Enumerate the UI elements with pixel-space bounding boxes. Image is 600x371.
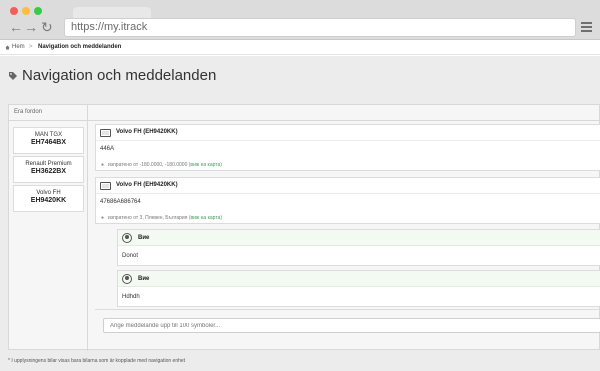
message-divider: [96, 140, 600, 141]
reload-icon[interactable]: ↻: [41, 20, 53, 34]
message-card: Volvo FH (EH9420KK) 47686A686764 ● изпра…: [95, 177, 600, 224]
vehicle-item[interactable]: Volvo FH EH9420KK: [13, 185, 84, 212]
compose-divider: [95, 309, 600, 310]
vehicles-header: Era fordon: [14, 109, 43, 115]
vehicle-plate: EH9420KK: [30, 197, 67, 204]
message-body: 446A: [100, 146, 115, 152]
message-location: изпратено от 3, Плевен, България (виж на…: [108, 215, 223, 221]
vehicle-name: MAN TGX: [34, 132, 63, 138]
view-on-map-link[interactable]: (виж на карта): [189, 162, 222, 168]
browser-chrome: ← → ↻ https://my.itrack: [0, 0, 600, 40]
arrow-left-icon[interactable]: ←: [9, 20, 23, 34]
truck-icon: [100, 129, 111, 137]
vehicle-name: Volvo FH: [36, 190, 61, 196]
message-input[interactable]: [103, 318, 600, 333]
map-pin-icon: ●: [101, 162, 105, 168]
reply-author: Вие: [138, 276, 150, 282]
panel-divider: [87, 105, 88, 351]
messages-panel: Era fordon MAN TGX EH7464BX Renault Prem…: [8, 104, 600, 351]
message-vehicle: Volvo FH (EH9420KK): [116, 182, 178, 188]
arrow-right-icon[interactable]: →: [24, 20, 38, 34]
vehicle-plate: EH3622BX: [30, 168, 67, 175]
vehicle-item[interactable]: MAN TGX EH7464BX: [13, 127, 84, 154]
reply-header: Вие: [118, 230, 600, 246]
view-on-map-link[interactable]: (виж на карта): [189, 215, 222, 221]
window-close-button[interactable]: [10, 7, 18, 15]
reply-card: Вие Donot: [117, 229, 600, 266]
page-content: Navigation och meddelanden Era fordon MA…: [0, 56, 600, 371]
message-location: изпратено от -180.0000, -180.0000 (виж н…: [108, 162, 222, 168]
url-bar[interactable]: https://my.itrack: [64, 18, 576, 37]
user-icon: [122, 274, 132, 284]
message-body: 47686A686764: [100, 199, 141, 205]
breadcrumb-separator: >: [29, 44, 33, 50]
page-title: Navigation och meddelanden: [22, 67, 217, 84]
vehicle-plate: EH7464BX: [30, 139, 67, 146]
breadcrumb-home-link[interactable]: Hem: [12, 40, 25, 55]
window-maximize-button[interactable]: [34, 7, 42, 15]
reply-text: Hdhdh: [122, 294, 140, 300]
reply-header: Вие: [118, 271, 600, 287]
hamburger-icon[interactable]: [581, 22, 592, 33]
tag-icon: [9, 72, 17, 80]
map-pin-icon: ●: [101, 215, 105, 221]
vehicle-item[interactable]: Renault Premium EH3622BX: [13, 156, 84, 183]
message-divider: [96, 193, 600, 194]
user-icon: [122, 233, 132, 243]
home-icon: [5, 45, 10, 50]
message-card: Volvo FH (EH9420KK) 446A ● изпратено от …: [95, 124, 600, 171]
message-vehicle: Volvo FH (EH9420KK): [116, 129, 178, 135]
breadcrumb-current: Navigation och meddelanden: [38, 44, 122, 50]
reply-card: Вие Hdhdh: [117, 270, 600, 307]
window-minimize-button[interactable]: [22, 7, 30, 15]
vehicle-name: Renault Premium: [25, 161, 72, 167]
reply-author: Вие: [138, 235, 150, 241]
footnote: * I upplysningens bilar visas bara bilar…: [8, 358, 186, 364]
truck-icon: [100, 182, 111, 190]
breadcrumb: Hem > Navigation och meddelanden: [0, 40, 600, 55]
panel-header: Era fordon: [9, 105, 600, 121]
reply-text: Donot: [122, 253, 139, 259]
browser-tab[interactable]: [73, 7, 151, 18]
